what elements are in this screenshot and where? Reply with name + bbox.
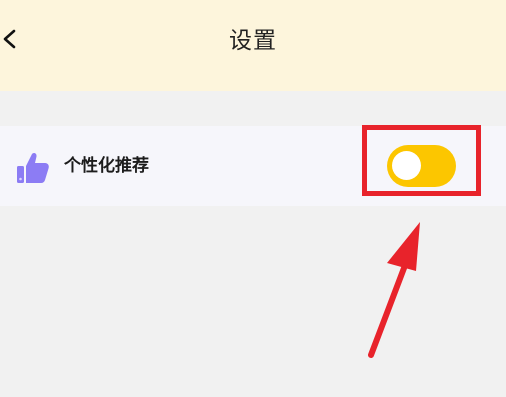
page-title: 设置	[229, 28, 277, 54]
toggle-knob	[392, 151, 421, 180]
personalized-recommendation-toggle[interactable]	[387, 145, 456, 187]
header-bar: 设置	[0, 0, 506, 91]
thumbs-up-icon	[17, 152, 49, 183]
setting-label: 个性化推荐	[64, 156, 149, 176]
